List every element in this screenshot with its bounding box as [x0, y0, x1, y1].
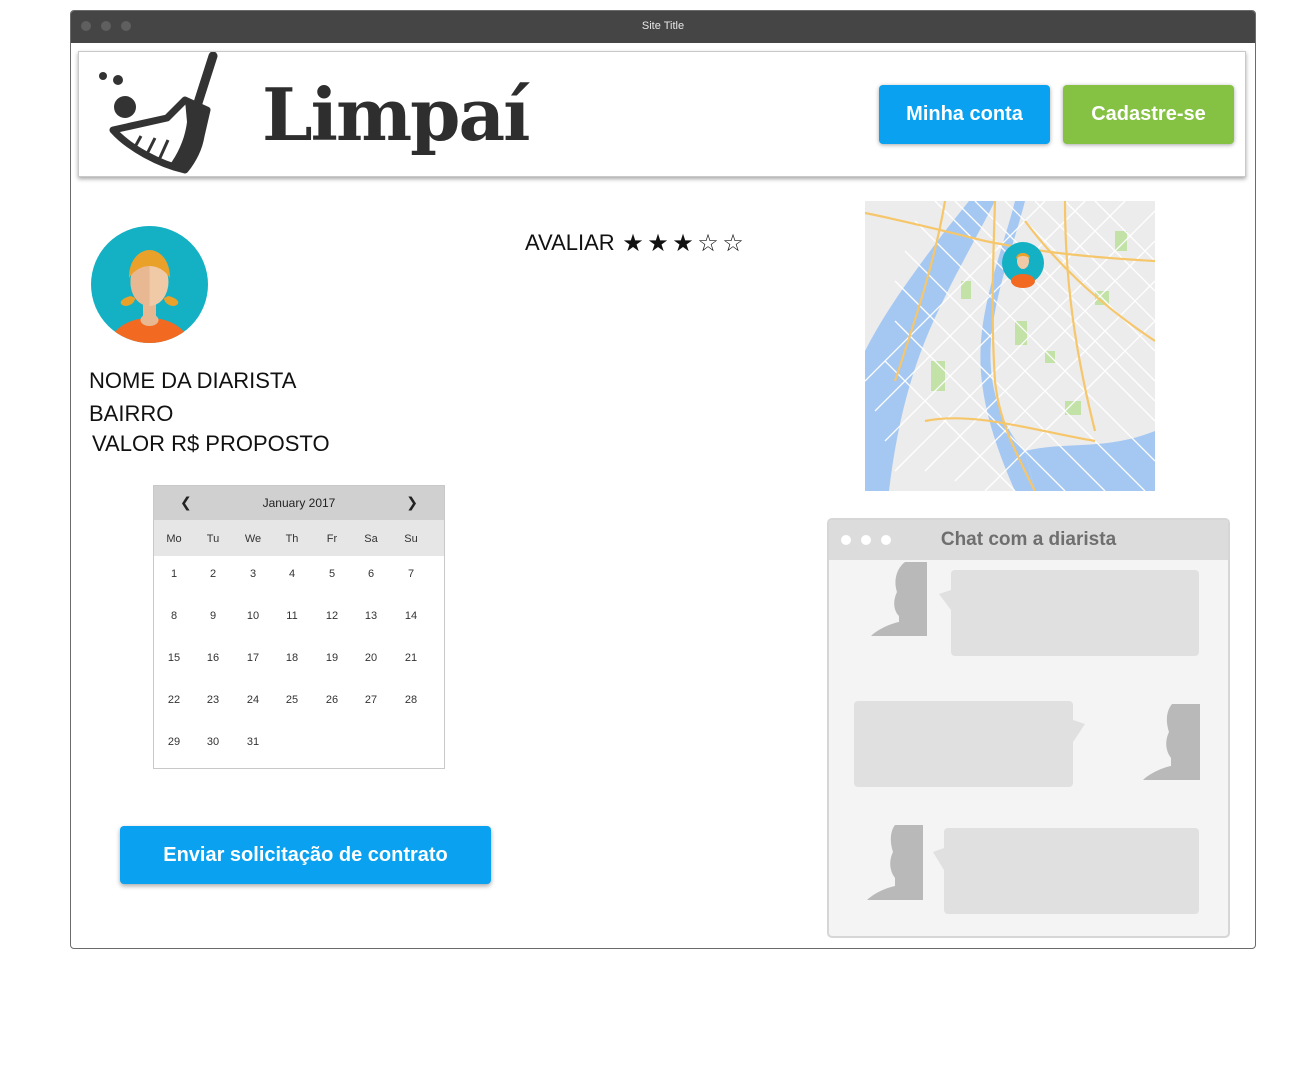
- calendar-day[interactable]: 12: [317, 610, 347, 622]
- user-silhouette-icon: [871, 562, 927, 636]
- user-silhouette-icon: [867, 825, 923, 900]
- calendar-header: ❮ January 2017 ❯: [154, 486, 444, 520]
- my-account-button[interactable]: Minha conta: [879, 85, 1050, 144]
- empty-star-icon[interactable]: ☆: [696, 229, 721, 258]
- calendar-day[interactable]: 23: [198, 694, 228, 706]
- site-header: Limpaí Minha conta Cadastre-se: [78, 51, 1246, 177]
- send-contract-request-button[interactable]: Enviar solicitação de contrato: [120, 826, 491, 884]
- broom-logo-icon[interactable]: [89, 52, 219, 176]
- user-silhouette-icon: [1143, 704, 1200, 780]
- calendar-day[interactable]: 19: [317, 652, 347, 664]
- calendar-month-label: January 2017: [262, 496, 336, 510]
- calendar-day[interactable]: 30: [198, 736, 228, 748]
- signup-button[interactable]: Cadastre-se: [1063, 85, 1234, 144]
- window-title: Site Title: [641, 20, 685, 32]
- weekday-label: Mo: [166, 533, 182, 545]
- calendar-day[interactable]: 10: [238, 610, 268, 622]
- calendar-day[interactable]: 15: [159, 652, 189, 664]
- location-map[interactable]: [865, 201, 1155, 491]
- weekday-label: Su: [404, 533, 418, 545]
- calendar-day[interactable]: 14: [396, 610, 426, 622]
- calendar-day[interactable]: 5: [317, 568, 347, 580]
- message-bubble: [933, 828, 1199, 914]
- message-bubble: [939, 570, 1199, 656]
- message-bubble: [854, 701, 1085, 787]
- next-month-chevron-icon[interactable]: ❯: [406, 494, 418, 511]
- brand-logo-text[interactable]: Limpaí: [262, 70, 531, 160]
- calendar-day[interactable]: 11: [277, 610, 307, 622]
- chat-title: Chat com a diarista: [940, 529, 1117, 550]
- window-titlebar: Site Title: [71, 11, 1255, 43]
- calendar-day[interactable]: 21: [396, 652, 426, 664]
- date-picker-calendar: ❮ January 2017 ❯ Mo Tu We Th Fr Sa Su 12345678…: [153, 485, 445, 769]
- weekday-label: Th: [285, 533, 299, 545]
- calendar-day[interactable]: 25: [277, 694, 307, 706]
- calendar-day[interactable]: 18: [277, 652, 307, 664]
- chat-messages-area: [854, 562, 1200, 914]
- calendar-day[interactable]: 4: [277, 568, 307, 580]
- filled-star-icon[interactable]: ★: [621, 229, 646, 258]
- calendar-day[interactable]: 29: [159, 736, 189, 748]
- calendar-day[interactable]: 7: [396, 568, 426, 580]
- cleaner-name: NOME DA DIARISTA: [89, 368, 297, 393]
- proposed-price: VALOR R$ PROPOSTO: [92, 431, 330, 456]
- calendar-day[interactable]: 9: [198, 610, 228, 622]
- calendar-day[interactable]: 27: [356, 694, 386, 706]
- chat-panel: Chat com a diarista: [827, 518, 1230, 938]
- rating-stars[interactable]: ★ ★ ★ ☆ ☆: [621, 229, 746, 258]
- calendar-day[interactable]: 31: [238, 736, 268, 748]
- calendar-day[interactable]: 16: [198, 652, 228, 664]
- rating-label: AVALIAR: [525, 230, 615, 255]
- calendar-day[interactable]: 17: [238, 652, 268, 664]
- calendar-weekday-row: Mo Tu We Th Fr Sa Su: [154, 520, 444, 556]
- calendar-day[interactable]: 6: [356, 568, 386, 580]
- calendar-day[interactable]: 20: [356, 652, 386, 664]
- weekday-label: We: [244, 533, 262, 545]
- browser-window: Site Title Limpaí Minha conta Cadastre-s…: [70, 10, 1256, 949]
- filled-star-icon[interactable]: ★: [646, 229, 671, 258]
- calendar-day[interactable]: 26: [317, 694, 347, 706]
- calendar-day[interactable]: 1: [159, 568, 189, 580]
- calendar-day[interactable]: 28: [396, 694, 426, 706]
- calendar-day[interactable]: 3: [238, 568, 268, 580]
- weekday-label: Fr: [326, 533, 338, 545]
- filled-star-icon[interactable]: ★: [671, 229, 696, 258]
- calendar-day[interactable]: 2: [198, 568, 228, 580]
- calendar-day[interactable]: 13: [356, 610, 386, 622]
- calendar-day[interactable]: 24: [238, 694, 268, 706]
- weekday-label: Sa: [364, 533, 378, 545]
- weekday-label: Tu: [206, 533, 220, 545]
- cleaner-neighborhood: BAIRRO: [89, 401, 174, 426]
- chat-header: Chat com a diarista: [829, 520, 1228, 560]
- empty-star-icon[interactable]: ☆: [721, 229, 746, 258]
- calendar-day[interactable]: 22: [159, 694, 189, 706]
- cleaner-avatar: [91, 226, 208, 343]
- calendar-day[interactable]: 8: [159, 610, 189, 622]
